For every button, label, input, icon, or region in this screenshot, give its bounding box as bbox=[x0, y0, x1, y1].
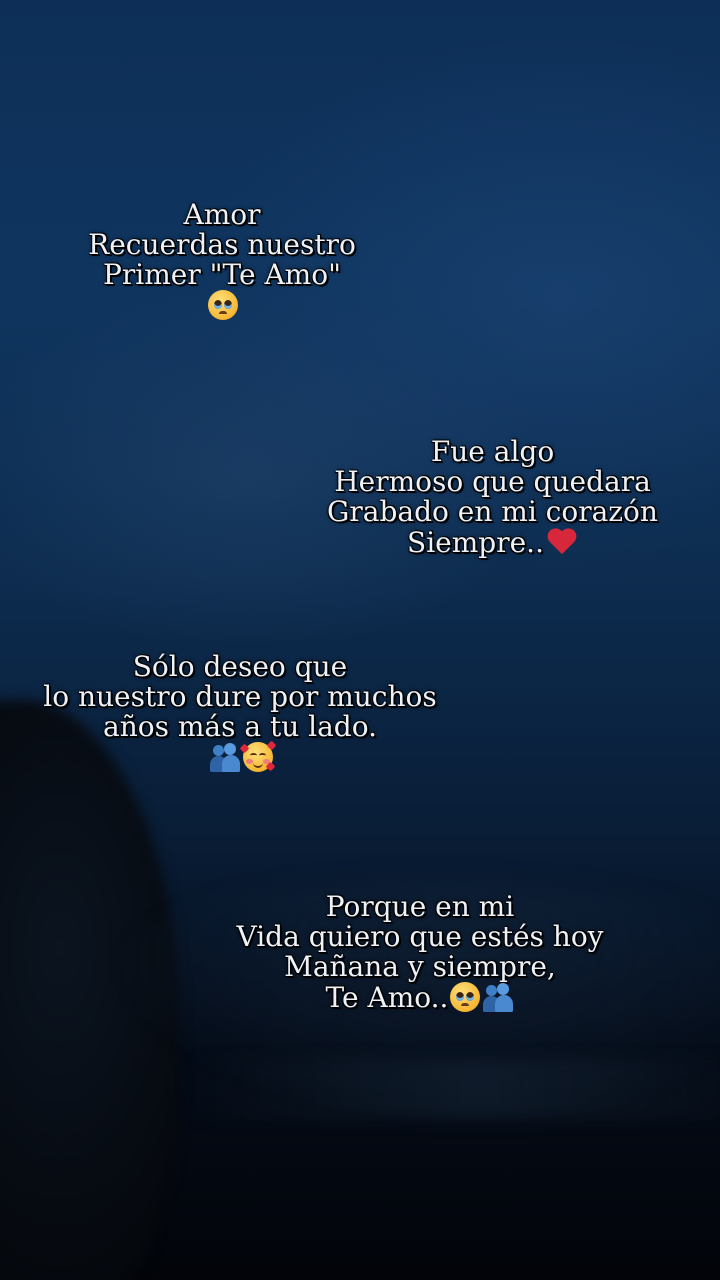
verse-line: Vida quiero que estés hoy bbox=[236, 920, 604, 953]
verse-line: Grabado en mi corazón bbox=[327, 495, 658, 528]
verse-line: años más a tu lado. bbox=[103, 710, 377, 743]
verse-line-text: Siempre.. bbox=[407, 526, 544, 559]
verse-line: Hermoso que quedara bbox=[334, 465, 651, 498]
red-heart-icon bbox=[546, 527, 578, 557]
verse-line: Mañana y siempre, bbox=[284, 950, 556, 983]
verse-line-with-emoji: Siempre.. bbox=[320, 527, 665, 558]
verse-emoji-line bbox=[72, 290, 372, 321]
verse-line-text: Te Amo.. bbox=[325, 981, 449, 1014]
verse-2: Fue algo Hermoso que quedara Grabado en … bbox=[320, 437, 665, 558]
verse-3: Sólo deseo que lo nuestro dure por mucho… bbox=[30, 652, 450, 773]
verse-line: Amor bbox=[183, 198, 261, 231]
face-holding-back-tears-icon bbox=[450, 982, 481, 1012]
story-background: Amor Recuerdas nuestro Primer "Te Amo" F… bbox=[0, 0, 720, 1280]
verse-1: Amor Recuerdas nuestro Primer "Te Amo" bbox=[72, 200, 372, 321]
verse-line: Fue algo bbox=[430, 435, 555, 468]
verse-line: lo nuestro dure por muchos bbox=[43, 680, 437, 713]
verse-line: Recuerdas nuestro bbox=[88, 228, 356, 261]
verse-line: Sólo deseo que bbox=[132, 650, 348, 683]
people-hugging-icon bbox=[482, 982, 514, 1012]
verse-line: Primer "Te Amo" bbox=[103, 258, 341, 291]
verse-line: Porque en mi bbox=[325, 890, 515, 923]
pleading-face-icon bbox=[208, 290, 238, 320]
verse-emoji-line bbox=[30, 740, 450, 773]
verse-line-with-emoji: Te Amo.. bbox=[225, 982, 615, 1013]
people-hugging-icon bbox=[209, 742, 241, 772]
verse-4: Porque en mi Vida quiero que estés hoy M… bbox=[225, 892, 615, 1013]
smiling-face-with-hearts-icon bbox=[239, 740, 277, 772]
blurred-light-streak bbox=[180, 1060, 720, 1120]
